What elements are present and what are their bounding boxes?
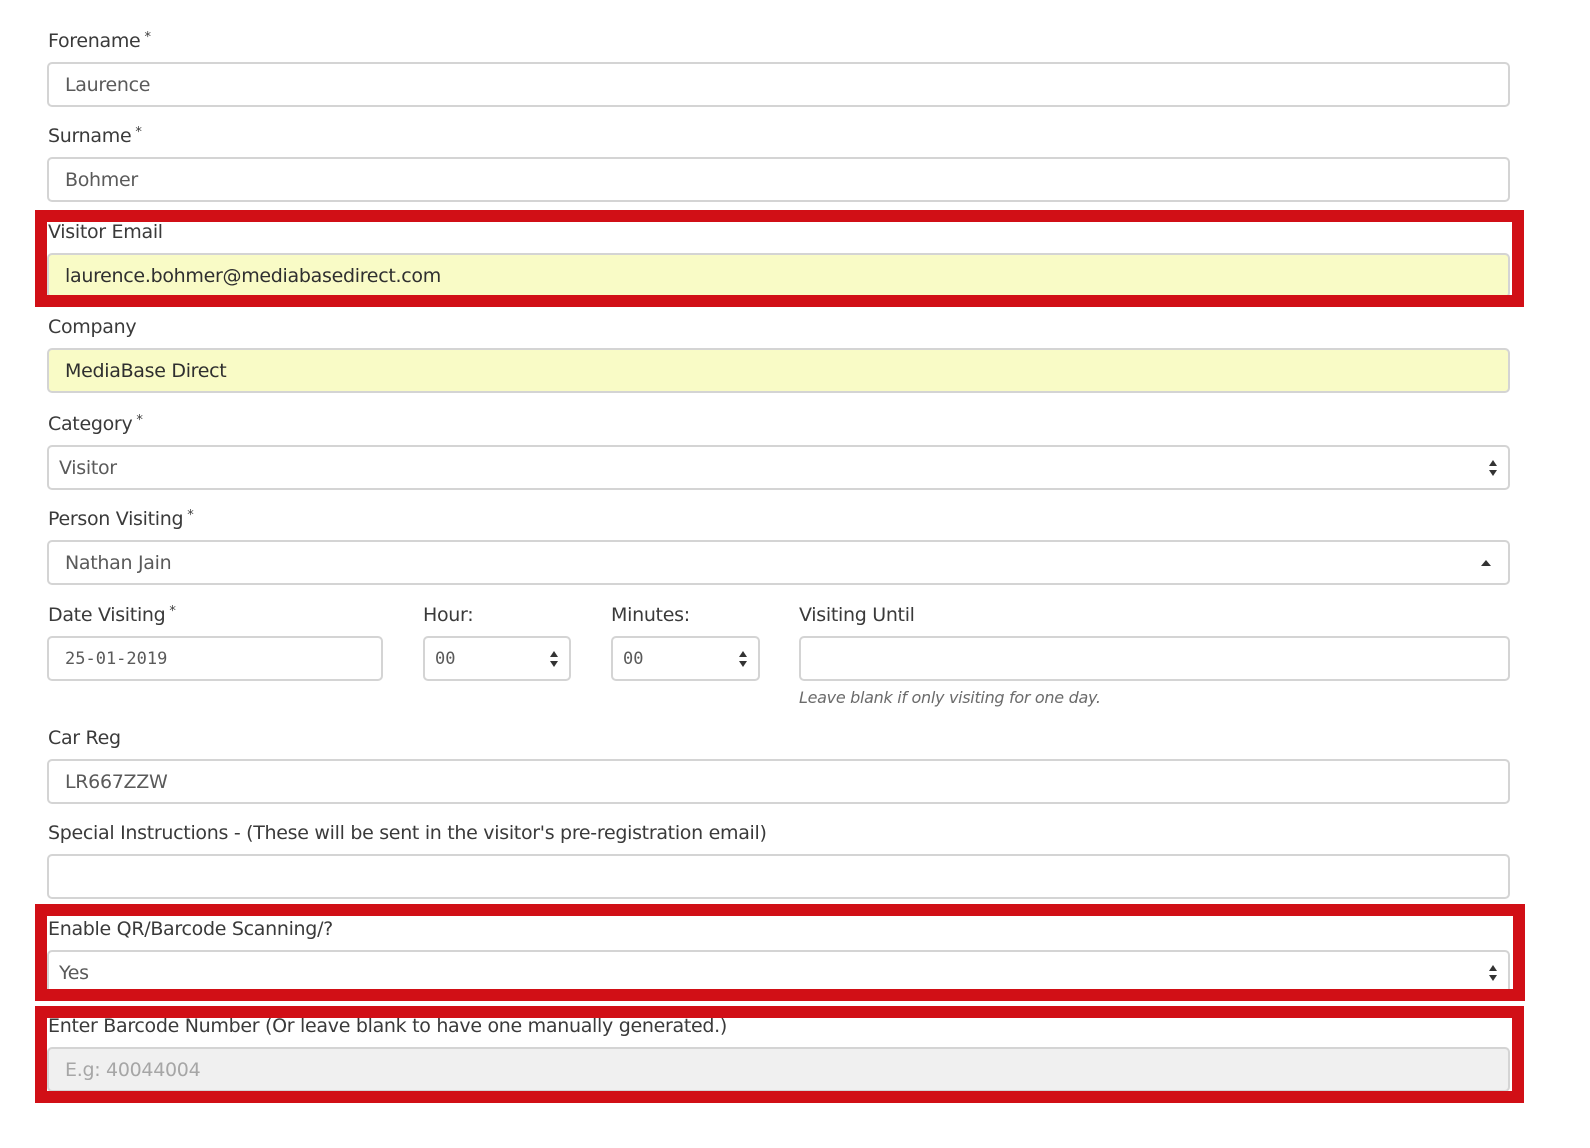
visiting-until-input[interactable] xyxy=(799,636,1510,681)
person-visiting-dropdown[interactable]: Nathan Jain xyxy=(47,540,1510,585)
minutes-value: 00 xyxy=(623,648,644,669)
forename-label: Forename * xyxy=(48,30,151,52)
car-reg-input[interactable]: LR667ZZW xyxy=(47,759,1510,804)
date-visiting-input[interactable]: 25-01-2019 xyxy=(47,636,383,681)
forename-value: Laurence xyxy=(65,73,151,96)
caret-up-icon xyxy=(1481,559,1491,566)
visitor-email-value: laurence.bohmer@mediabasedirect.com xyxy=(65,264,441,287)
visitor-email-label: Visitor Email xyxy=(48,221,163,243)
enable-qr-select[interactable]: Yes xyxy=(47,950,1510,995)
person-visiting-label: Person Visiting * xyxy=(48,508,194,530)
barcode-placeholder: E.g: 40044004 xyxy=(65,1058,201,1081)
enable-qr-value: Yes xyxy=(59,961,89,984)
hour-label: Hour: xyxy=(423,604,474,626)
updown-arrows-icon xyxy=(550,650,558,667)
company-value: MediaBase Direct xyxy=(65,359,227,382)
category-value: Visitor xyxy=(59,456,117,479)
updown-arrows-icon xyxy=(1489,964,1497,981)
surname-label: Surname * xyxy=(48,125,142,147)
minutes-select[interactable]: 00 xyxy=(611,636,760,681)
enable-qr-label: Enable QR/Barcode Scanning/? xyxy=(48,918,333,940)
visiting-until-label: Visiting Until xyxy=(799,604,915,626)
surname-value: Bohmer xyxy=(65,168,138,191)
visitor-email-input[interactable]: laurence.bohmer@mediabasedirect.com xyxy=(47,253,1510,298)
minutes-label: Minutes: xyxy=(611,604,690,626)
hour-select[interactable]: 00 xyxy=(423,636,571,681)
date-visiting-value: 25-01-2019 xyxy=(65,648,168,669)
barcode-input[interactable]: E.g: 40044004 xyxy=(47,1047,1510,1092)
company-input[interactable]: MediaBase Direct xyxy=(47,348,1510,393)
category-select[interactable]: Visitor xyxy=(47,445,1510,490)
barcode-label: Enter Barcode Number (Or leave blank to … xyxy=(48,1015,727,1037)
updown-arrows-icon xyxy=(739,650,747,667)
car-reg-label: Car Reg xyxy=(48,727,121,749)
car-reg-value: LR667ZZW xyxy=(65,770,168,793)
person-visiting-value: Nathan Jain xyxy=(65,551,172,574)
visiting-until-help: Leave blank if only visiting for one day… xyxy=(799,688,1101,707)
surname-input[interactable]: Bohmer xyxy=(47,157,1510,202)
forename-input[interactable]: Laurence xyxy=(47,62,1510,107)
hour-value: 00 xyxy=(435,648,456,669)
special-instructions-input[interactable] xyxy=(47,854,1510,899)
special-instructions-label: Special Instructions - (These will be se… xyxy=(48,822,767,844)
updown-arrows-icon xyxy=(1489,459,1497,476)
date-visiting-label: Date Visiting * xyxy=(48,604,176,626)
company-label: Company xyxy=(48,316,137,338)
category-label: Category * xyxy=(48,413,143,435)
